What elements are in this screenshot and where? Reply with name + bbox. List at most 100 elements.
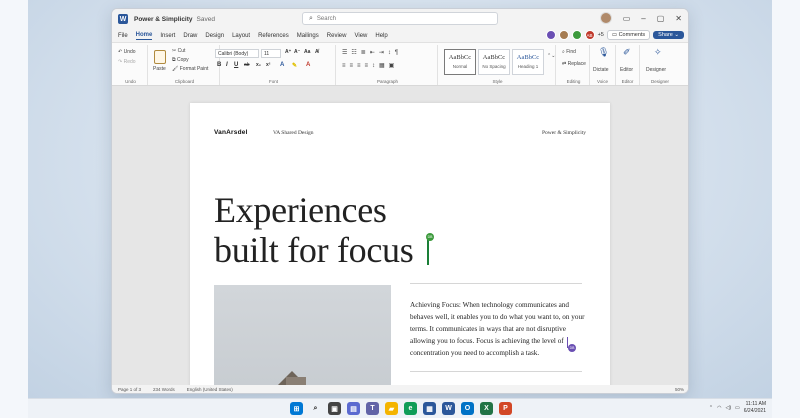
paste-icon[interactable] xyxy=(154,50,166,64)
taskbar-icons: ⊞ ⌕ ▣ ▤ T ▰ e ▦ W O X P xyxy=(290,402,512,415)
editor-icon[interactable]: ✐ xyxy=(623,47,631,58)
minimize-icon[interactable]: – xyxy=(641,14,645,23)
menu-layout[interactable]: Layout xyxy=(232,33,250,39)
edge-icon[interactable]: e xyxy=(404,402,417,415)
menu-view[interactable]: View xyxy=(354,33,367,39)
outlook-icon[interactable]: O xyxy=(461,402,474,415)
subscript-icon[interactable]: x₂ xyxy=(256,62,261,68)
superscript-icon[interactable]: x² xyxy=(266,62,270,68)
collaborators: AB +5 ▭ Comments Share ⌄ xyxy=(545,30,684,40)
underline-icon[interactable]: U xyxy=(234,62,238,68)
clock[interactable]: 11:11 AM 6/24/2021 xyxy=(744,401,766,415)
menu-design[interactable]: Design xyxy=(205,33,224,39)
language-status[interactable]: English (United States) xyxy=(187,387,233,392)
font-size-value: 11 xyxy=(264,51,270,57)
cut-button[interactable]: ✂ Cut xyxy=(172,48,185,54)
teams-icon[interactable]: T xyxy=(366,402,379,415)
store-icon[interactable]: ▦ xyxy=(423,402,436,415)
style-no-spacing[interactable]: AaBbCc No Spacing xyxy=(478,49,510,75)
strikethrough-icon[interactable]: ab xyxy=(244,62,250,68)
photo-image[interactable] xyxy=(214,285,391,388)
document-page[interactable]: VanArsdel VA Shared Design Power & Simpl… xyxy=(190,103,610,388)
collaborator-count[interactable]: +5 xyxy=(598,32,604,38)
replace-button[interactable]: ⇄ Replace xyxy=(562,61,586,67)
style-heading-1[interactable]: AaBbCc Heading 1 xyxy=(512,49,544,75)
menu-draw[interactable]: Draw xyxy=(183,33,197,39)
body-paragraph[interactable]: Achieving Focus: When technology communi… xyxy=(410,299,586,359)
file-explorer-icon[interactable]: ▰ xyxy=(385,402,398,415)
comments-button[interactable]: ▭ Comments xyxy=(606,30,651,40)
widgets-icon[interactable]: ▤ xyxy=(347,402,360,415)
italic-icon[interactable]: I xyxy=(226,62,228,68)
wifi-icon[interactable]: ◠ xyxy=(717,405,721,411)
menu-mailings[interactable]: Mailings xyxy=(297,33,319,39)
paragraph-group-label: Paragraph xyxy=(376,79,398,84)
format-painter-button[interactable]: 🖌 Format Paint xyxy=(172,66,208,72)
menu-review[interactable]: Review xyxy=(327,33,347,39)
font-color-icon[interactable]: A xyxy=(306,62,310,68)
shrink-font-icon[interactable]: A⁻ xyxy=(294,49,300,55)
undo-group: ↶ Undo ↷ Redo Undo xyxy=(114,45,148,85)
collaborator-avatar[interactable] xyxy=(558,30,569,40)
excel-icon[interactable]: X xyxy=(480,402,493,415)
window-controls: ▭ – ▢ ✕ xyxy=(599,12,682,24)
bold-icon[interactable]: B xyxy=(217,62,221,68)
account-avatar[interactable] xyxy=(599,12,612,24)
word-icon[interactable]: W xyxy=(442,402,455,415)
search-box[interactable]: ⌕ Search xyxy=(302,12,498,25)
paragraph-group: ☰☷≣⇤⇥↕¶ ≡≡≡≡↕▦▣ Paragraph xyxy=(338,45,438,85)
document-title[interactable]: Power & Simplicity xyxy=(134,16,193,23)
redo-button[interactable]: ↷ Redo xyxy=(118,59,136,65)
status-bar: Page 1 of 3 234 Words English (United St… xyxy=(112,385,688,393)
maximize-icon[interactable]: ▢ xyxy=(657,14,665,23)
microphone-icon[interactable]: 🎙 xyxy=(598,47,609,58)
collaborator-avatar[interactable] xyxy=(571,30,582,40)
headline[interactable]: Experiences built for focus xyxy=(214,190,414,270)
search-icon: ⌕ xyxy=(562,49,565,55)
list-icons[interactable]: ☰☷≣⇤⇥↕¶ xyxy=(342,49,402,56)
paste-label[interactable]: Paste xyxy=(153,66,166,72)
search-icon[interactable]: ⌕ xyxy=(309,402,322,415)
designer-label[interactable]: Designer xyxy=(646,67,666,73)
menu-insert[interactable]: Insert xyxy=(160,33,175,39)
zoom-level[interactable]: 50% xyxy=(675,387,684,392)
styles-scroll-icon[interactable]: ⌃⌄ xyxy=(547,53,555,59)
chevron-up-icon[interactable]: ⌃ xyxy=(709,405,713,411)
collaborator-avatar[interactable]: AB xyxy=(584,30,595,40)
volume-icon[interactable]: ◁) xyxy=(726,405,732,411)
highlight-icon[interactable]: ✎ xyxy=(292,62,297,69)
coauthoring-icon[interactable]: ▭ xyxy=(623,14,631,23)
share-button[interactable]: Share ⌄ xyxy=(653,31,684,39)
menu-home[interactable]: Home xyxy=(135,32,153,40)
collaborator-avatar[interactable] xyxy=(545,30,556,40)
battery-icon[interactable]: ▭ xyxy=(735,405,740,411)
menu-references[interactable]: References xyxy=(258,33,289,39)
menu-file[interactable]: File xyxy=(118,33,128,39)
font-size-select[interactable]: 11 xyxy=(261,49,281,58)
dictate-label[interactable]: Dictate xyxy=(593,67,609,73)
clear-format-icon[interactable]: A̸ xyxy=(315,49,319,55)
designer-icon[interactable]: ✧ xyxy=(654,47,662,58)
grow-font-icon[interactable]: A⁺ xyxy=(285,49,291,55)
header-logo: VanArsdel xyxy=(214,129,248,136)
editing-group-label: Editing xyxy=(566,79,581,84)
change-case-icon[interactable]: Aa xyxy=(304,49,310,55)
copy-button[interactable]: ⧉ Copy xyxy=(172,57,189,63)
start-icon[interactable]: ⊞ xyxy=(290,402,303,415)
font-name-select[interactable]: Calibri (Body) xyxy=(215,49,259,58)
align-icons[interactable]: ≡≡≡≡↕▦▣ xyxy=(342,62,398,69)
powerpoint-icon[interactable]: P xyxy=(499,402,512,415)
close-icon[interactable]: ✕ xyxy=(675,14,682,23)
editor-label[interactable]: Editor xyxy=(620,67,633,73)
scissors-icon: ✂ xyxy=(172,48,177,54)
word-count[interactable]: 234 Words xyxy=(153,387,175,392)
find-button[interactable]: ⌕ Find xyxy=(562,49,576,55)
undo-button[interactable]: ↶ Undo xyxy=(118,49,136,55)
document-canvas[interactable]: VanArsdel VA Shared Design Power & Simpl… xyxy=(112,86,688,388)
text-effects-icon[interactable]: A xyxy=(280,62,284,68)
task-view-icon[interactable]: ▣ xyxy=(328,402,341,415)
page-count[interactable]: Page 1 of 3 xyxy=(118,387,141,392)
chevron-down-icon: ⌄ xyxy=(674,32,679,38)
style-normal[interactable]: AaBbCc Normal xyxy=(444,49,476,75)
menu-help[interactable]: Help xyxy=(375,33,387,39)
